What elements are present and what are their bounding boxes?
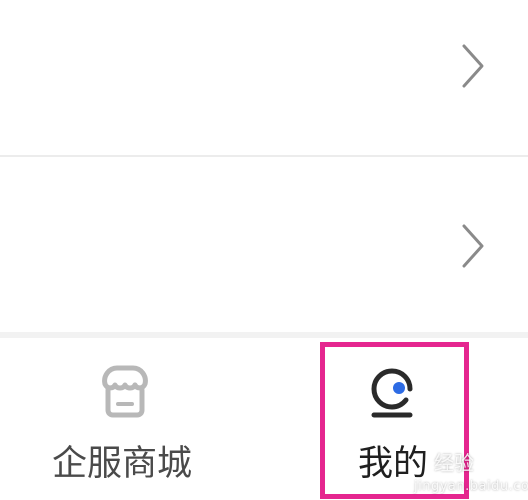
list-row-2[interactable] (0, 157, 528, 332)
store-icon (102, 365, 148, 418)
list-row-1[interactable] (0, 0, 528, 155)
watermark-text: 经验 (434, 451, 474, 475)
chevron-right-icon (462, 224, 484, 268)
watermark: 经验 jingyan.baidu.com (402, 440, 528, 496)
tab-label: 企服商城 (52, 444, 193, 484)
watermark-url: jingyan.baidu.com (414, 479, 528, 494)
tab-enterprise-mall[interactable]: 企服商城 (30, 338, 220, 500)
chevron-right-icon (462, 44, 484, 88)
profile-icon (371, 368, 413, 418)
